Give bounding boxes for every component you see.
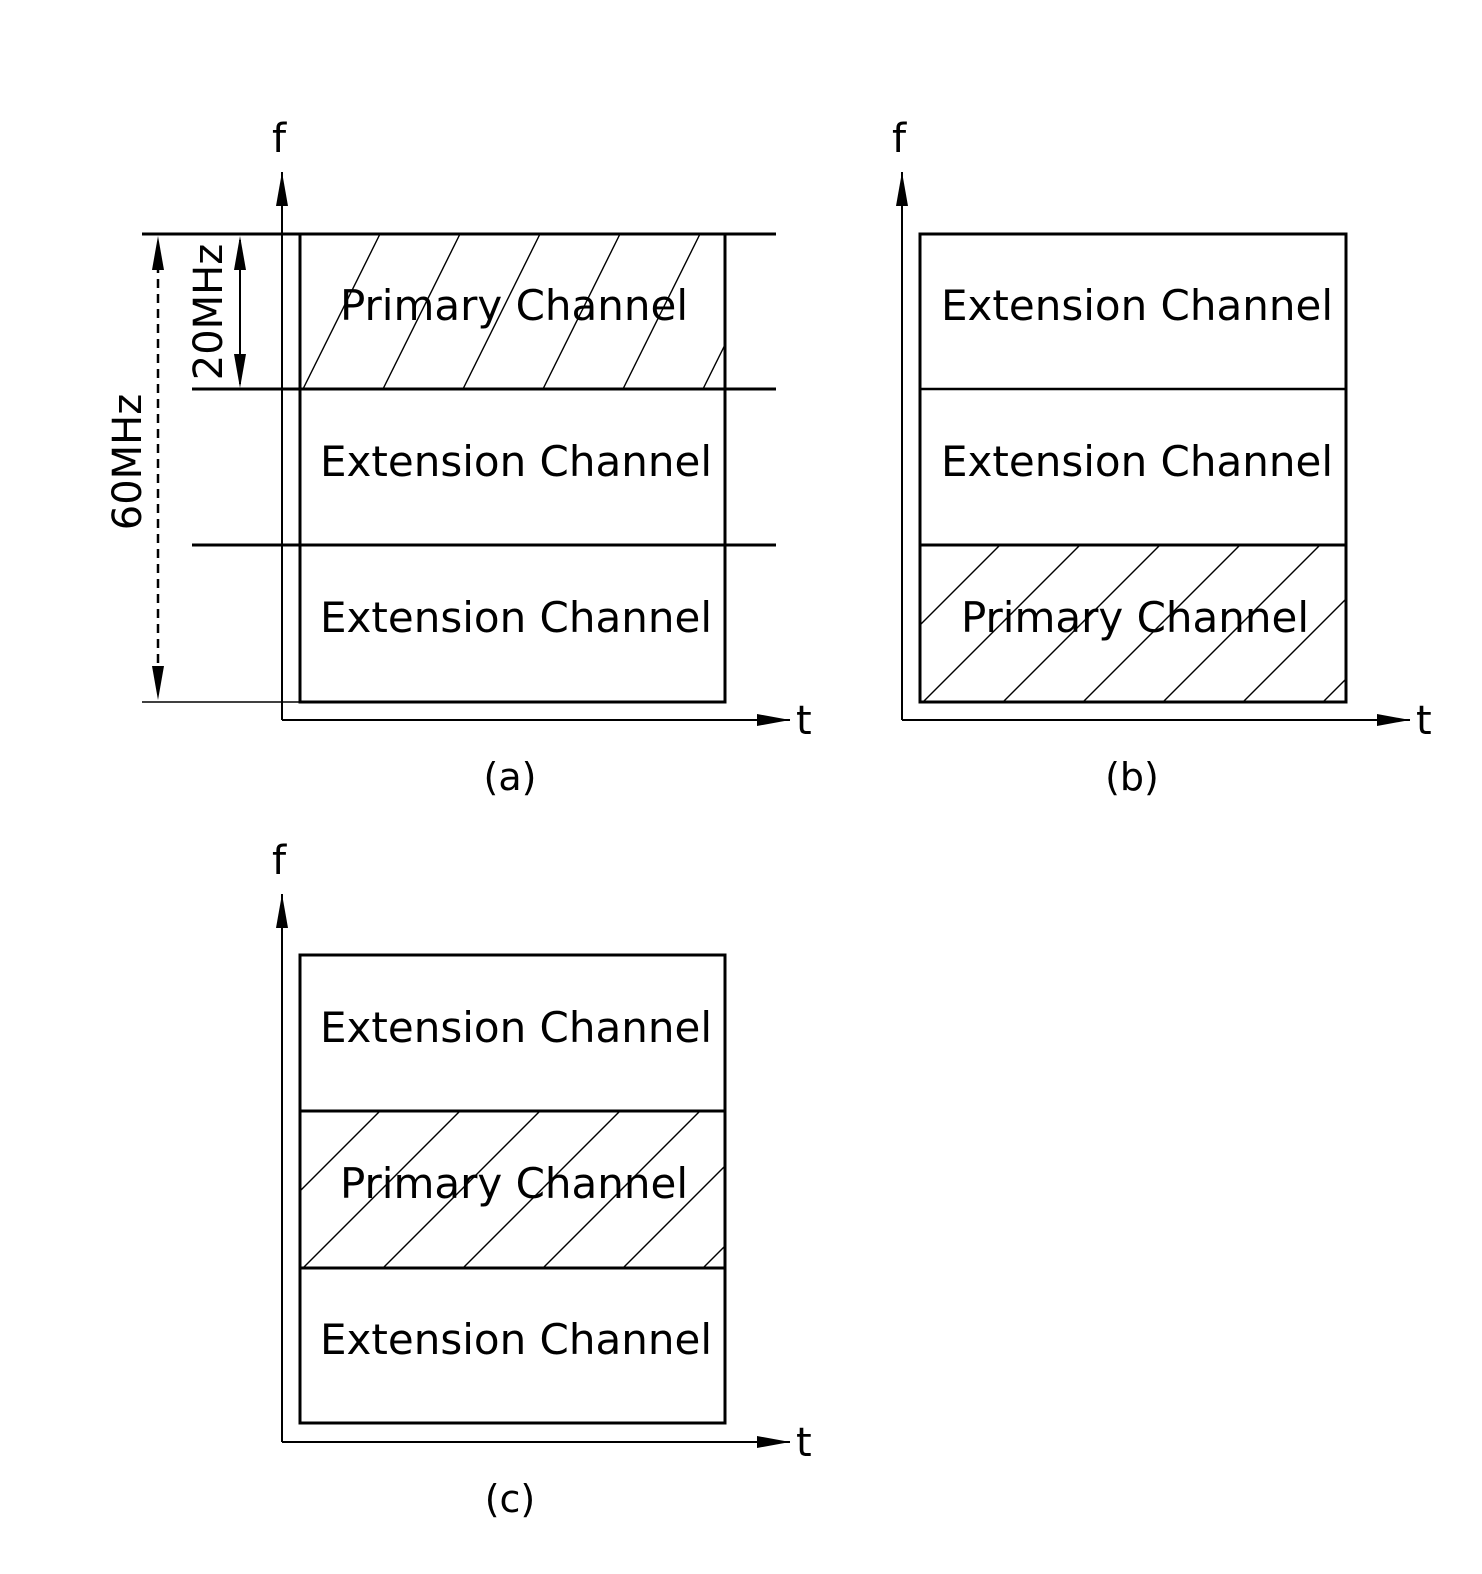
panel-caption: (b) [1105, 755, 1159, 799]
dimension-label-20mhz: 20MHz [186, 244, 232, 380]
t-axis-label: t [1416, 698, 1432, 744]
f-axis-label: f [272, 838, 287, 884]
channel-label: Extension Channel [320, 1003, 712, 1052]
f-axis-label: f [272, 116, 287, 162]
dimension-20mhz: 20MHz [186, 236, 246, 388]
channel-label: Extension Channel [320, 593, 712, 642]
panel-a: f t Primary Channel Extension Channel Ex… [105, 116, 812, 799]
f-axis-arrowhead [896, 172, 908, 206]
panel-c: f t Extension Channel Primary Channel Ex… [272, 838, 812, 1521]
channel-label: Extension Channel [320, 437, 712, 486]
t-axis-label: t [796, 698, 812, 744]
panel-b: f t Extension Channel Extension Channel … [892, 116, 1432, 799]
t-axis-arrowhead [757, 714, 790, 726]
channel-label: Extension Channel [320, 1315, 712, 1364]
channel-label: Extension Channel [941, 437, 1333, 486]
channel-label: Primary Channel [340, 1159, 688, 1208]
t-axis-label: t [796, 1420, 812, 1466]
t-axis-arrowhead [1377, 714, 1410, 726]
channel-label: Primary Channel [340, 281, 688, 330]
f-axis-label: f [892, 116, 907, 162]
panel-caption: (c) [485, 1477, 536, 1521]
channel-diagram: f t Primary Channel Extension Channel Ex… [105, 116, 1432, 1521]
channel-label: Extension Channel [941, 281, 1333, 330]
t-axis-arrowhead [757, 1436, 790, 1448]
dimension-label-60mhz: 60MHz [105, 394, 151, 530]
f-axis-arrowhead [276, 172, 288, 206]
panel-caption: (a) [484, 755, 537, 799]
channel-label: Primary Channel [961, 593, 1309, 642]
dimension-60mhz: 60MHz [105, 236, 164, 700]
f-axis-arrowhead [276, 894, 288, 928]
